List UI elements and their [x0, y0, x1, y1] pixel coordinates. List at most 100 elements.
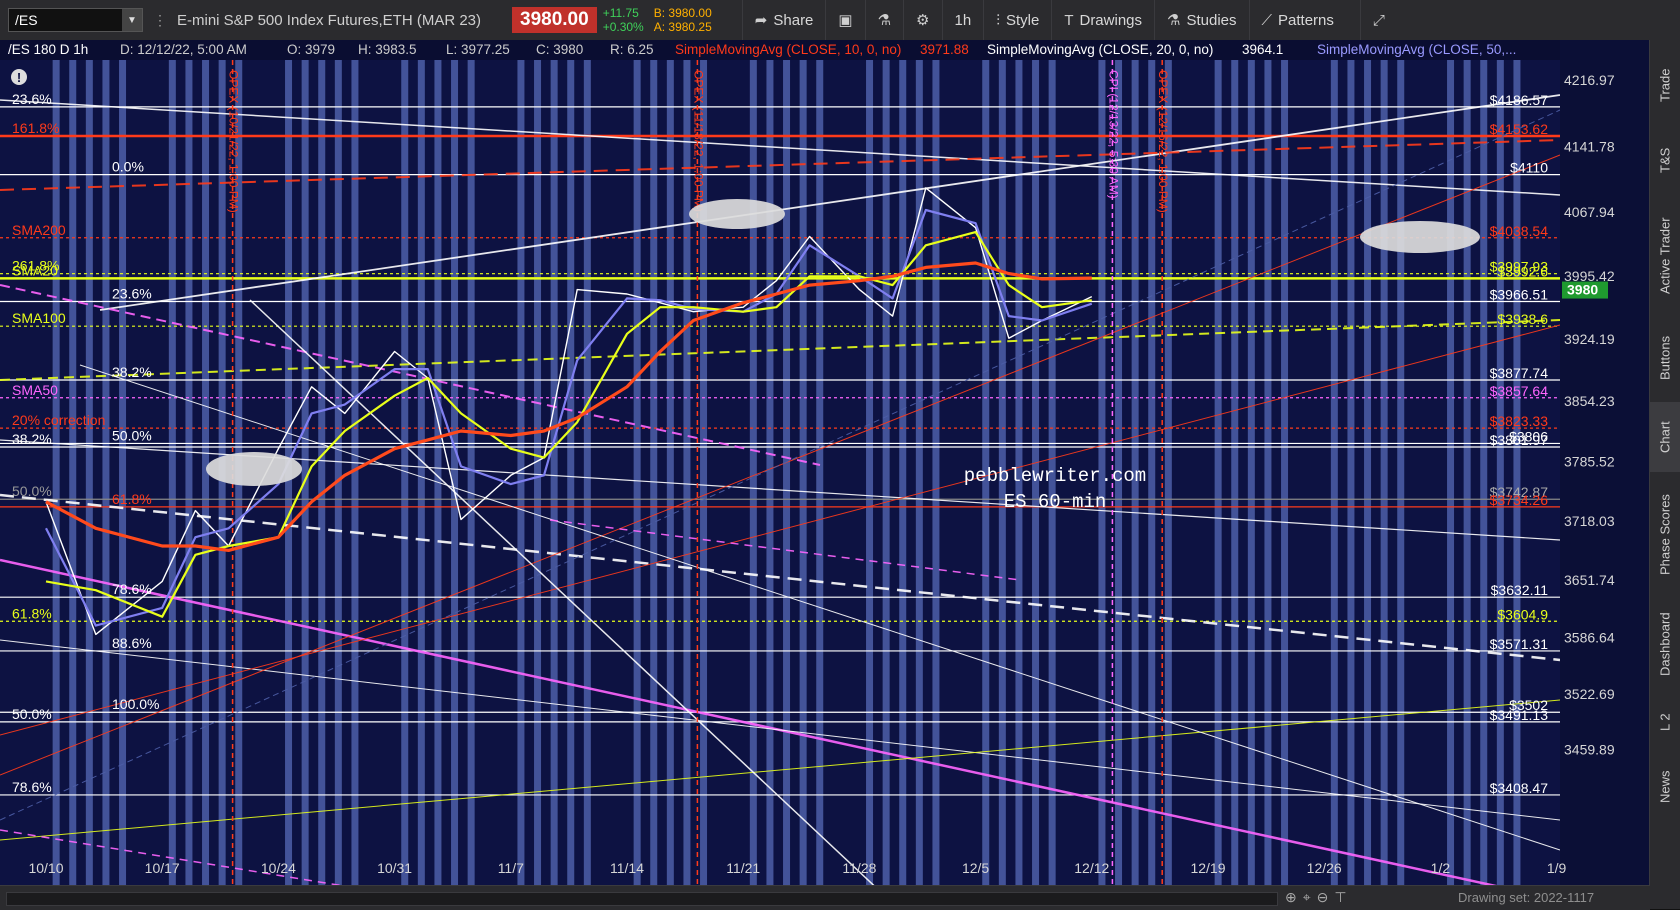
tab-news[interactable]: News [1650, 752, 1680, 822]
studies-button[interactable]: ⚗ Studies [1154, 0, 1249, 40]
tab-chart[interactable]: Chart [1650, 402, 1680, 472]
y-tick-label: 3586.64 [1564, 629, 1615, 645]
price-chart[interactable]: OPEX (10/21/22, 1:00 PM) OPEX (11/18/22, … [0, 40, 1650, 910]
drawings-label: Drawings [1079, 11, 1143, 29]
level-price-label: $3992.6 [1497, 263, 1548, 279]
flask-button[interactable]: ⚗ [864, 0, 903, 40]
x-tick-label: 10/17 [145, 860, 180, 876]
symbol-input[interactable]: /ES ▼ [8, 8, 143, 32]
level-left-label: 78.6% [112, 581, 152, 597]
symbol-dropdown-icon[interactable]: ▼ [122, 9, 142, 31]
expand-button[interactable]: ⤢ [1359, 0, 1397, 40]
level-price-label: $3604.9 [1497, 606, 1548, 622]
tab-level2[interactable]: L 2 [1650, 697, 1680, 747]
x-tick-label: 11/14 [610, 860, 644, 876]
tab-time-sales[interactable]: T&S [1650, 128, 1680, 193]
level-price-label: $4186.57 [1490, 92, 1549, 108]
session-stripe [783, 60, 791, 885]
chart-scrollbar[interactable] [6, 892, 1278, 906]
info-close: C: 3980 [536, 42, 583, 57]
level-left-label: 88.6% [112, 635, 152, 651]
session-stripe [102, 60, 110, 885]
drawings-button[interactable]: T Drawings [1051, 0, 1154, 40]
right-sidebar: Trade T&S Active Trader Buttons Chart Ph… [1649, 40, 1680, 909]
level-price-label: $4153.62 [1490, 121, 1549, 137]
level-left-label: SMA20 [12, 262, 58, 278]
symbol-description: E-mini S&P 500 Index Futures,ETH (MAR 23… [177, 11, 481, 29]
chart-area[interactable]: OPEX (10/21/22, 1:00 PM) OPEX (11/18/22, … [0, 40, 1650, 910]
x-tick-label: 11/21 [726, 860, 760, 876]
tab-active-trader[interactable]: Active Trader [1650, 198, 1680, 313]
tab-dashboard[interactable]: Dashboard [1650, 597, 1680, 692]
interval-button[interactable]: 1h [941, 0, 984, 40]
session-stripe [334, 60, 342, 885]
camera-icon: ▣ [838, 12, 853, 29]
session-stripe [1330, 60, 1338, 885]
y-tick-label: 4067.94 [1564, 204, 1615, 220]
screenshot-button[interactable]: ▣ [825, 0, 864, 40]
level-price-label: $3734.26 [1490, 492, 1549, 508]
info-sma10-value: 3971.88 [920, 42, 969, 57]
session-stripe [1496, 60, 1504, 885]
session-stripe [650, 60, 658, 885]
y-tick-label: 3651.74 [1564, 572, 1615, 588]
level-left-label: 50.0% [112, 427, 152, 443]
session-stripe [1231, 60, 1239, 885]
change-abs: +11.75 [602, 6, 639, 20]
bottom-tools: ⊕⌖⊖⊤ [1285, 889, 1353, 906]
session-stripe [517, 60, 525, 885]
tab-trade[interactable]: Trade [1650, 48, 1680, 123]
y-tick-label: 3459.89 [1564, 741, 1615, 757]
session-stripe [567, 60, 575, 885]
symbol-text: /ES [15, 12, 38, 28]
crosshair-icon[interactable]: ⌖ [1303, 889, 1317, 905]
patterns-button[interactable]: ⟋ Patterns [1248, 0, 1346, 40]
level-left-label: 23.6% [12, 91, 52, 107]
info-sma20-value: 3964.1 [1242, 42, 1283, 57]
grip-icon[interactable]: ⋮ [153, 12, 167, 29]
studies-icon: ⚗ [1167, 12, 1181, 29]
level-left-label: 161.8% [12, 120, 59, 136]
tab-buttons[interactable]: Buttons [1650, 318, 1680, 398]
level-price-label: $3966.51 [1490, 286, 1549, 302]
level-left-label: 20% correction [12, 412, 105, 428]
highlight-oval [689, 199, 785, 229]
highlight-oval [1360, 221, 1480, 253]
info-symbol: /ES 180 D 1h [8, 42, 88, 57]
share-button[interactable]: ➦ Share [741, 0, 826, 40]
session-stripe [799, 60, 807, 885]
session-stripe [318, 60, 326, 885]
alert-icon-glyph: ! [17, 70, 21, 85]
zoom-in-icon[interactable]: ⊕ [1285, 889, 1303, 905]
settings-button[interactable]: ⚙ [903, 0, 941, 40]
session-stripe [882, 60, 890, 885]
level-price-label: $3877.74 [1490, 365, 1549, 381]
level-left-label: SMA100 [12, 310, 66, 326]
event-label: OPEX (10/21/22, 1:00 PM) [227, 70, 241, 213]
session-stripe [467, 60, 475, 885]
x-tick-label: 10/10 [28, 860, 63, 876]
level-price-label: $3857.64 [1490, 383, 1549, 399]
style-button[interactable]: ⫶ Style [983, 0, 1051, 40]
bid-ask: B: 3980.00 A: 3980.25 [654, 6, 712, 34]
session-stripe [417, 60, 425, 885]
bookmark-icon[interactable]: ⊤ [1334, 889, 1352, 905]
level-left-label: SMA50 [12, 382, 58, 398]
y-tick-label: 3854.23 [1564, 393, 1615, 409]
session-stripe [52, 60, 60, 885]
level-left-label: 0.0% [112, 159, 144, 175]
session-stripe [633, 60, 641, 885]
level-left-label: SMA200 [12, 222, 66, 238]
info-low: L: 3977.25 [446, 42, 510, 57]
session-stripe [451, 60, 459, 885]
y-tick-label: 3785.52 [1564, 454, 1615, 470]
current-price-label: 3980 [1567, 282, 1598, 298]
drawing-set[interactable]: Drawing set: 2022-1117 [1458, 890, 1594, 905]
zoom-out-icon[interactable]: ⊖ [1317, 889, 1335, 905]
info-sma10: SimpleMovingAvg (CLOSE, 10, 0, no) [675, 42, 901, 57]
tab-phase-scores[interactable]: Phase Scores [1650, 477, 1680, 592]
price-change: +11.75 +0.30% [603, 6, 644, 34]
session-stripe [1397, 60, 1405, 885]
last-price: 3980.00 [512, 7, 597, 33]
session-stripe [1447, 60, 1455, 885]
